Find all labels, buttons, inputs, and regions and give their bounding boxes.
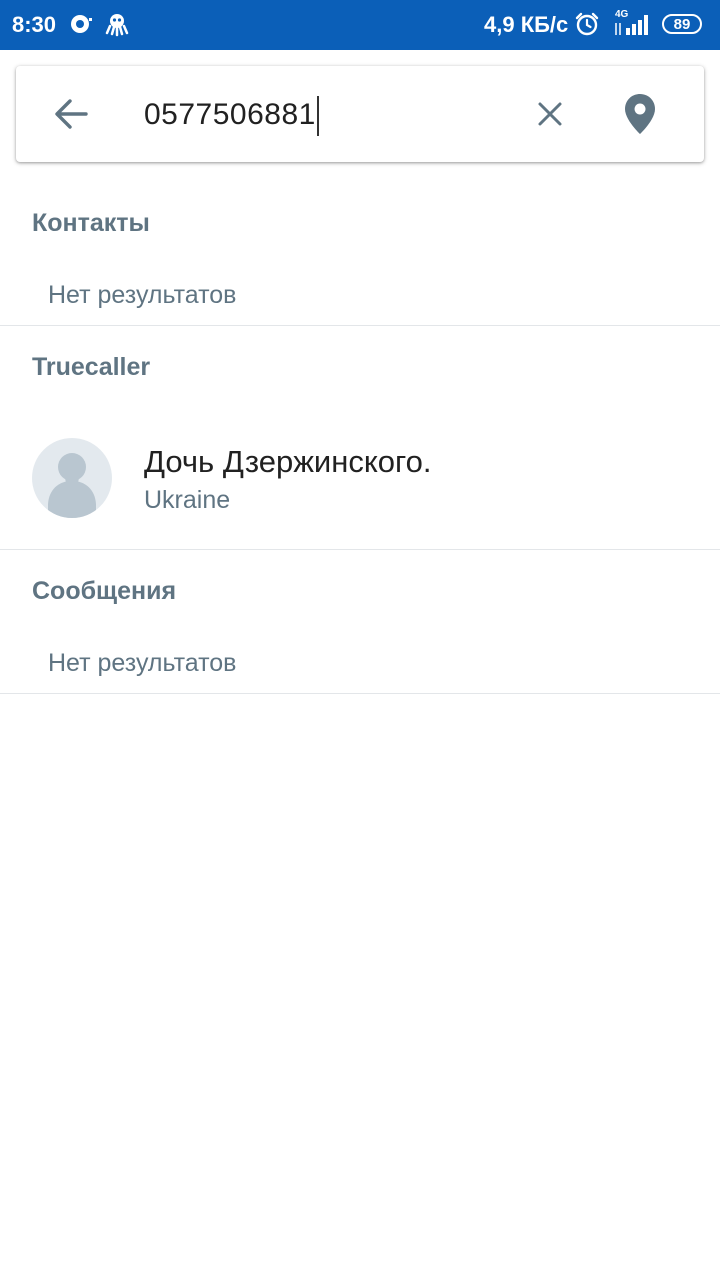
- section-title-truecaller: Truecaller: [32, 353, 151, 381]
- octopus-icon: [105, 14, 129, 37]
- search-input[interactable]: 0577506881: [144, 94, 316, 136]
- status-bar: 8:30 4,9 КБ/с 4G 89: [0, 0, 720, 50]
- divider: [0, 549, 720, 550]
- divider: [0, 693, 720, 694]
- battery-icon: 89: [662, 14, 702, 34]
- signal-icon: [615, 15, 648, 35]
- text-cursor: [317, 96, 319, 136]
- contacts-empty-text: Нет результатов: [48, 281, 237, 309]
- result-name: Дочь Дзержинского.: [144, 444, 432, 479]
- alarm-icon: [575, 12, 599, 36]
- close-icon[interactable]: [532, 96, 568, 132]
- camera-icon: [71, 15, 92, 33]
- divider: [0, 325, 720, 326]
- messages-empty-text: Нет результатов: [48, 649, 237, 677]
- battery-level: 89: [673, 16, 691, 33]
- arrow-left-icon[interactable]: [52, 96, 90, 132]
- network-speed: 4,9 КБ/с: [484, 12, 569, 37]
- section-title-contacts: Контакты: [32, 209, 150, 237]
- section-title-messages: Сообщения: [32, 577, 177, 605]
- status-time: 8:30: [12, 12, 57, 37]
- result-location: Ukraine: [144, 486, 231, 514]
- default-avatar-icon: [32, 438, 112, 518]
- search-bar: 0577506881: [16, 66, 704, 162]
- location-pin-icon[interactable]: [620, 92, 660, 136]
- truecaller-result-item[interactable]: Дочь Дзержинского. Ukraine: [0, 408, 720, 548]
